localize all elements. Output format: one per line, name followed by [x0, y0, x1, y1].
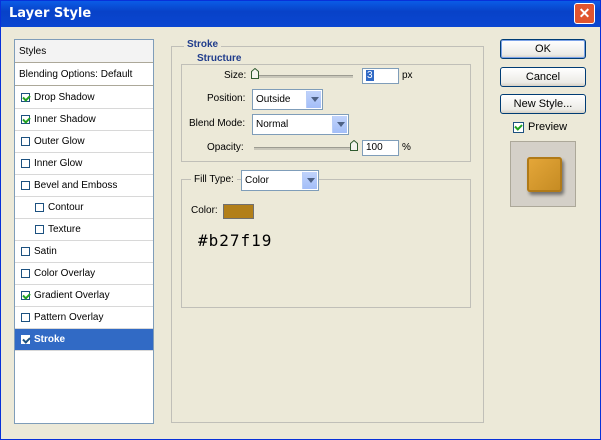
blend-mode-value: Normal [256, 119, 289, 130]
preview-thumbnail [510, 141, 576, 207]
style-checkbox[interactable] [21, 291, 30, 300]
opacity-slider-track[interactable] [254, 147, 357, 150]
size-unit: px [402, 70, 413, 81]
size-label: Size: [224, 70, 247, 81]
chevron-down-icon[interactable] [306, 91, 321, 108]
ok-button[interactable]: OK [500, 39, 586, 59]
preview-check-icon[interactable] [513, 121, 524, 133]
close-button[interactable]: ✕ [574, 3, 595, 24]
style-checkbox[interactable] [21, 313, 30, 322]
style-checkbox[interactable] [35, 203, 44, 212]
color-swatch[interactable] [223, 204, 254, 219]
preview-swatch [527, 157, 562, 192]
color-hex-label: #b27f19 [198, 231, 273, 250]
style-item-texture[interactable]: Texture [15, 219, 153, 241]
style-item-stroke[interactable]: Stroke [15, 329, 153, 351]
chevron-down-icon[interactable] [302, 172, 317, 189]
fill-type-select[interactable]: Color [241, 170, 319, 191]
style-item-label: Contour [48, 202, 84, 213]
stroke-group-label: Stroke [184, 39, 222, 50]
size-slider-track[interactable] [254, 75, 353, 78]
style-checkbox[interactable] [21, 93, 30, 102]
color-label: Color: [191, 205, 218, 216]
style-checkbox[interactable] [21, 247, 30, 256]
opacity-label: Opacity: [207, 142, 244, 153]
style-item-bevel-and-emboss[interactable]: Bevel and Emboss [15, 175, 153, 197]
ok-label: OK [535, 43, 551, 55]
preview-label: Preview [528, 121, 568, 133]
styles-header-label: Styles [19, 45, 47, 57]
style-item-label: Texture [48, 224, 81, 235]
cancel-button[interactable]: Cancel [500, 67, 586, 87]
preview-checkbox[interactable]: Preview [513, 121, 567, 133]
blend-mode-select[interactable]: Normal [252, 114, 349, 135]
position-label: Position: [207, 93, 246, 104]
size-value: 3 [366, 70, 374, 81]
style-item-inner-glow[interactable]: Inner Glow [15, 153, 153, 175]
close-icon: ✕ [578, 5, 591, 21]
chevron-down-icon[interactable] [332, 116, 347, 133]
style-item-satin[interactable]: Satin [15, 241, 153, 263]
style-item-label: Stroke [34, 334, 66, 345]
blending-options-label: Blending Options: Default [19, 69, 133, 80]
fill-type-label: Fill Type: [191, 174, 237, 185]
style-checkbox[interactable] [21, 159, 30, 168]
style-item-color-overlay[interactable]: Color Overlay [15, 263, 153, 285]
new-style-label: New Style... [513, 98, 573, 110]
style-item-label: Outer Glow [34, 136, 85, 147]
style-item-outer-glow[interactable]: Outer Glow [15, 131, 153, 153]
style-item-label: Pattern Overlay [34, 312, 104, 323]
style-item-label: Gradient Overlay [34, 290, 110, 301]
style-checkbox[interactable] [21, 269, 30, 278]
blend-mode-label: Blend Mode: [189, 118, 246, 129]
style-item-drop-shadow[interactable]: Drop Shadow [15, 87, 153, 109]
style-item-label: Color Overlay [34, 268, 96, 279]
layer-style-dialog: Layer Style ✕ Styles Blending Options: D… [0, 0, 601, 440]
position-select[interactable]: Outside [252, 89, 323, 110]
style-checkbox[interactable] [21, 335, 30, 344]
position-value: Outside [256, 94, 291, 105]
style-checkbox[interactable] [21, 181, 30, 190]
style-item-label: Inner Glow [34, 158, 83, 169]
fill-type-value: Color [245, 175, 269, 186]
size-slider-thumb[interactable] [251, 68, 259, 79]
style-item-label: Drop Shadow [34, 92, 95, 103]
style-item-label: Inner Shadow [34, 114, 96, 125]
title-bar[interactable]: Layer Style ✕ [1, 1, 600, 27]
styles-header[interactable]: Styles [15, 40, 153, 63]
window-title: Layer Style [9, 6, 92, 21]
style-checkbox[interactable] [35, 225, 44, 234]
blending-options-item[interactable]: Blending Options: Default [15, 64, 153, 86]
style-item-contour[interactable]: Contour [15, 197, 153, 219]
dialog-content: Styles Blending Options: Default Drop Sh… [1, 27, 600, 439]
style-checkbox[interactable] [21, 115, 30, 124]
opacity-input[interactable]: 100 [362, 140, 399, 156]
size-input[interactable]: 3 [362, 68, 399, 84]
new-style-button[interactable]: New Style... [500, 94, 586, 114]
style-checkbox[interactable] [21, 137, 30, 146]
style-item-inner-shadow[interactable]: Inner Shadow [15, 109, 153, 131]
style-item-pattern-overlay[interactable]: Pattern Overlay [15, 307, 153, 329]
style-item-label: Bevel and Emboss [34, 180, 118, 191]
style-item-label: Satin [34, 246, 57, 257]
structure-label: Structure [194, 53, 245, 64]
opacity-unit: % [402, 142, 411, 153]
opacity-slider-thumb[interactable] [350, 140, 358, 151]
cancel-label: Cancel [525, 71, 561, 83]
style-item-gradient-overlay[interactable]: Gradient Overlay [15, 285, 153, 307]
styles-list-panel: Styles Blending Options: Default Drop Sh… [14, 39, 154, 424]
opacity-value: 100 [366, 142, 383, 153]
